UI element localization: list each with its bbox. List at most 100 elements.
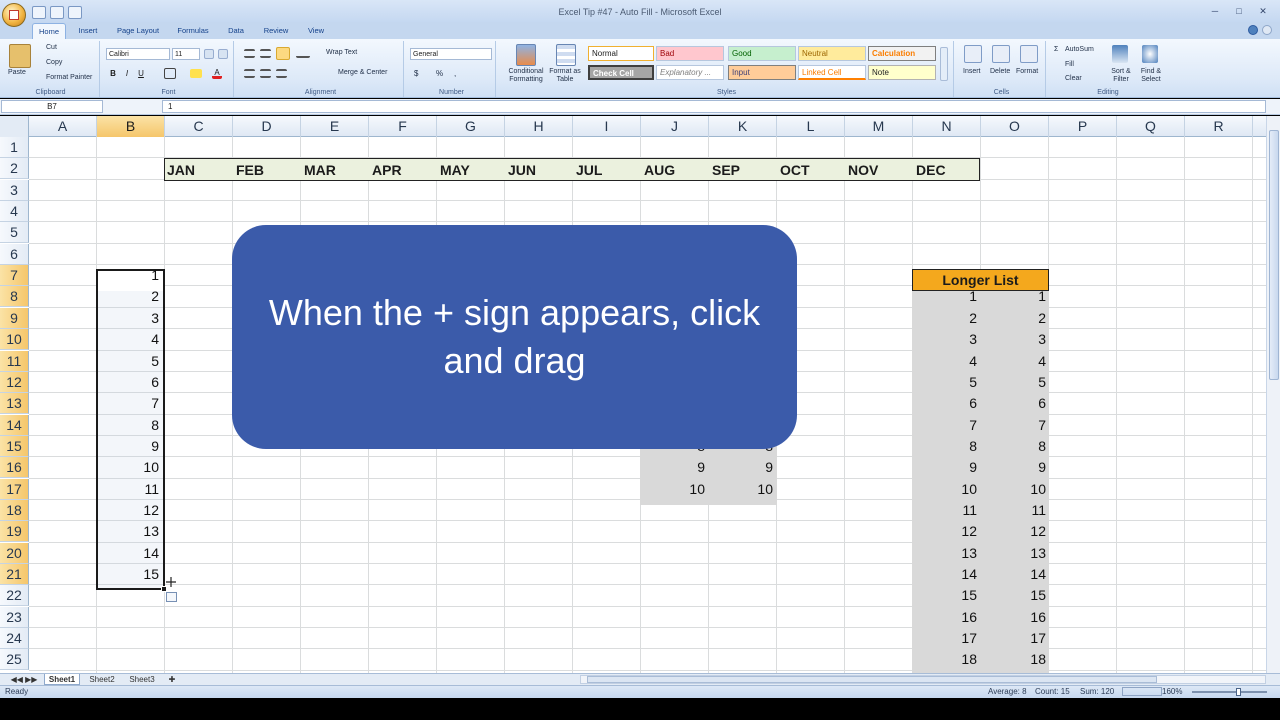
find-select-button[interactable]: Find & Select — [1136, 68, 1166, 84]
cell-o24[interactable]: 17 — [981, 628, 1050, 649]
cell-n17[interactable]: 10 — [913, 479, 981, 500]
column-header-l[interactable]: L — [777, 116, 845, 137]
cell-n15[interactable]: 8 — [913, 436, 981, 457]
vertical-scroll-thumb[interactable] — [1269, 130, 1279, 380]
style-explanatory[interactable]: Explanatory ... — [656, 65, 724, 80]
row-header-4[interactable]: 4 — [0, 201, 29, 223]
name-box[interactable]: B7 — [1, 100, 103, 113]
cell-b20[interactable]: 14 — [97, 543, 163, 564]
view-buttons[interactable] — [1122, 687, 1162, 696]
month-cell-may[interactable]: MAY — [438, 159, 470, 180]
cell-o18[interactable]: 11 — [981, 500, 1050, 521]
format-as-table-icon[interactable] — [556, 44, 576, 66]
cell-n22[interactable]: 15 — [913, 585, 981, 606]
style-check-cell[interactable]: Check Cell — [588, 65, 654, 80]
cell-k17[interactable]: 10 — [709, 479, 777, 500]
tab-page-layout[interactable]: Page Layout — [112, 23, 164, 39]
percent-icon[interactable]: % — [436, 69, 443, 78]
orientation-icon[interactable] — [296, 49, 310, 58]
delete-cells-icon[interactable] — [992, 45, 1010, 63]
column-header-p[interactable]: P — [1049, 116, 1117, 137]
style-note[interactable]: Note — [868, 65, 936, 80]
cell-o8[interactable]: 1 — [981, 286, 1050, 307]
tab-view[interactable]: View — [302, 23, 330, 39]
column-header-b[interactable]: B — [97, 116, 165, 137]
zoom-slider-knob[interactable] — [1236, 688, 1241, 696]
number-format-select[interactable]: General — [410, 48, 492, 60]
style-bad[interactable]: Bad — [656, 46, 724, 61]
align-center-icon[interactable] — [260, 69, 271, 78]
row-header-8[interactable]: 8 — [0, 286, 29, 308]
cell-o22[interactable]: 15 — [981, 585, 1050, 606]
close-icon[interactable]: ✕ — [1252, 4, 1274, 19]
minimize-icon[interactable]: ─ — [1204, 4, 1226, 19]
merge-center-button[interactable]: Merge & Center — [338, 69, 387, 76]
align-top-icon[interactable] — [244, 49, 255, 58]
fill-button[interactable]: Fill — [1065, 61, 1074, 68]
cell-b14[interactable]: 8 — [97, 415, 163, 436]
cell-n16[interactable]: 9 — [913, 457, 981, 478]
row-header-18[interactable]: 18 — [0, 499, 29, 521]
align-right-icon[interactable] — [276, 69, 287, 78]
cell-n8[interactable]: 1 — [913, 286, 981, 307]
currency-icon[interactable]: $ — [414, 69, 418, 78]
month-cell-mar[interactable]: MAR — [302, 159, 336, 180]
help-icon[interactable] — [1248, 25, 1258, 35]
tab-sheet2[interactable]: Sheet2 — [84, 674, 120, 685]
cell-o16[interactable]: 9 — [981, 457, 1050, 478]
cell-o17[interactable]: 10 — [981, 479, 1050, 500]
insert-sheet-icon[interactable]: ✚ — [164, 674, 180, 685]
row-header-25[interactable]: 25 — [0, 649, 29, 671]
horizontal-scrollbar[interactable] — [580, 675, 1266, 684]
italic-icon[interactable]: I — [122, 68, 132, 79]
style-good[interactable]: Good — [728, 46, 796, 61]
cell-n24[interactable]: 17 — [913, 628, 981, 649]
row-header-24[interactable]: 24 — [0, 628, 29, 650]
bold-icon[interactable]: B — [108, 68, 118, 79]
row-header-10[interactable]: 10 — [0, 329, 29, 351]
copy-button[interactable]: Copy — [46, 59, 62, 66]
month-cell-apr[interactable]: APR — [370, 159, 402, 180]
cell-n25[interactable]: 18 — [913, 649, 981, 670]
autosum-icon[interactable]: Σ — [1054, 46, 1058, 53]
maximize-icon[interactable]: □ — [1228, 4, 1250, 19]
fill-color-icon[interactable] — [190, 69, 202, 78]
month-cell-oct[interactable]: OCT — [778, 159, 810, 180]
style-neutral[interactable]: Neutral — [798, 46, 866, 61]
insert-button[interactable]: Insert — [963, 68, 981, 75]
autosum-button[interactable]: AutoSum — [1065, 46, 1094, 53]
insert-cells-icon[interactable] — [964, 45, 982, 63]
clear-button[interactable]: Clear — [1065, 75, 1082, 82]
column-header-a[interactable]: A — [29, 116, 97, 137]
format-cells-icon[interactable] — [1020, 45, 1038, 63]
cell-o10[interactable]: 3 — [981, 329, 1050, 350]
find-select-icon[interactable] — [1142, 45, 1158, 63]
row-header-13[interactable]: 13 — [0, 393, 29, 415]
sort-filter-button[interactable]: Sort & Filter — [1106, 68, 1136, 84]
cell-o11[interactable]: 4 — [981, 351, 1050, 372]
cell-b10[interactable]: 4 — [97, 329, 163, 350]
cell-b15[interactable]: 9 — [97, 436, 163, 457]
row-header-5[interactable]: 5 — [0, 222, 29, 244]
tab-data[interactable]: Data — [222, 23, 250, 39]
font-name-select[interactable]: Calibri — [106, 48, 170, 60]
cell-n11[interactable]: 4 — [913, 351, 981, 372]
cell-n18[interactable]: 11 — [913, 500, 981, 521]
font-size-select[interactable]: 11 — [172, 48, 200, 60]
cell-o21[interactable]: 14 — [981, 564, 1050, 585]
borders-icon[interactable] — [164, 68, 176, 79]
row-header-23[interactable]: 23 — [0, 606, 29, 628]
cell-o14[interactable]: 7 — [981, 415, 1050, 436]
column-header-n[interactable]: N — [913, 116, 981, 137]
column-header-o[interactable]: O — [981, 116, 1049, 137]
align-bottom-icon[interactable] — [276, 47, 290, 60]
cell-j16[interactable]: 9 — [641, 457, 709, 478]
cell-o12[interactable]: 5 — [981, 372, 1050, 393]
paste-button[interactable]: Paste — [8, 69, 26, 76]
month-cell-jun[interactable]: JUN — [506, 159, 536, 180]
month-cell-feb[interactable]: FEB — [234, 159, 264, 180]
column-header-i[interactable]: I — [573, 116, 641, 137]
cell-n9[interactable]: 2 — [913, 308, 981, 329]
auto-fill-options-icon[interactable] — [166, 592, 177, 602]
cell-n19[interactable]: 12 — [913, 521, 981, 542]
